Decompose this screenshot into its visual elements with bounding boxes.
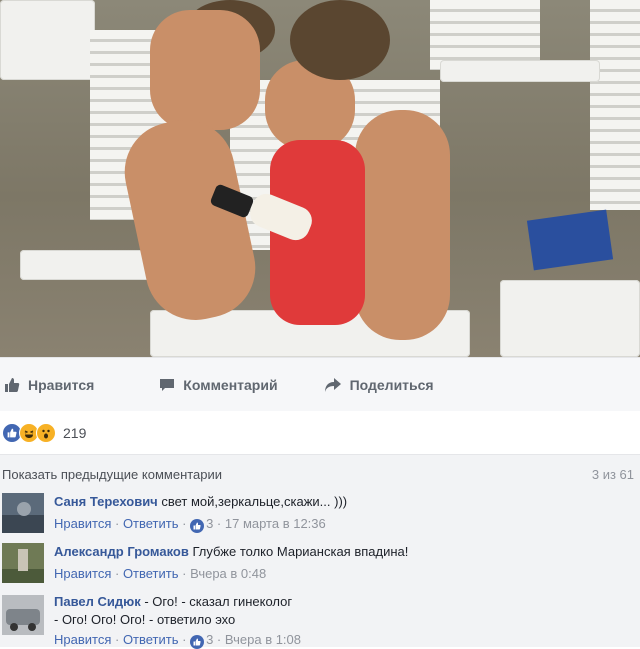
sunbed-seat-right-bottom: [500, 280, 640, 357]
share-label: Поделиться: [349, 377, 434, 393]
comment-meta: Нравится · Ответить · Вчера в 0:48: [54, 566, 267, 581]
comment-reply-link[interactable]: Ответить: [123, 566, 179, 581]
wow-icon: [36, 422, 56, 443]
comment-like-link[interactable]: Нравится: [54, 632, 111, 647]
comment-meta: Нравится · Ответить · 3 · Вчера в 1:08: [54, 632, 302, 649]
comment-icon: [160, 379, 175, 391]
sunbed-back-far-right: [590, 0, 640, 210]
comment-reaction-count[interactable]: 3: [206, 632, 213, 647]
comment-button[interactable]: Комментарий: [159, 377, 278, 393]
like-label: Нравится: [28, 377, 95, 393]
reactions-count: 219: [63, 424, 87, 441]
comment-text: Глубже толко Марианская впадина!: [192, 544, 409, 559]
hair: [290, 0, 390, 80]
comment-timestamp[interactable]: 17 марта в 12:36: [225, 516, 326, 531]
like-icon: [190, 519, 205, 533]
post-photo[interactable]: [0, 0, 640, 357]
comment-author[interactable]: Павел Сидюк: [54, 594, 141, 609]
sunbed-top-left: [0, 0, 95, 80]
comment-author[interactable]: Саня Терехович: [54, 494, 158, 509]
show-previous-comments-link[interactable]: Показать предыдущие комментарии: [2, 467, 222, 482]
comment-like-link[interactable]: Нравится: [54, 566, 111, 581]
comment-text-line2: - Ого! Ого! Ого! - ответило эхо: [54, 612, 236, 627]
comment-reply-link[interactable]: Ответить: [123, 516, 179, 531]
sunbed-seat-right: [440, 60, 600, 82]
avatar[interactable]: [2, 595, 44, 635]
comment-meta: Нравится · Ответить · 3 · 17 марта в 12:…: [54, 516, 326, 533]
background-person: [150, 10, 260, 130]
reactions-summary[interactable]: 219: [0, 411, 640, 455]
comment-reaction-count[interactable]: 3: [206, 516, 213, 531]
comment-timestamp[interactable]: Вчера в 0:48: [190, 566, 266, 581]
blue-towel: [526, 209, 614, 271]
avatar[interactable]: [2, 493, 44, 533]
avatar[interactable]: [2, 543, 44, 583]
comment-text: свет мой,зеркальце,скажи... ))): [161, 494, 348, 509]
comments-count: 3 из 61: [591, 467, 634, 482]
share-button[interactable]: Поделиться: [324, 377, 434, 393]
share-icon: [324, 378, 341, 392]
post-action-bar: Нравится Комментарий Поделиться: [0, 357, 640, 413]
comment-text: - Ого! - сказал гинеколог: [144, 594, 293, 609]
comments-section: Показать предыдущие комментарии 3 из 61 …: [0, 455, 640, 649]
comment-label: Комментарий: [183, 377, 278, 393]
comment-timestamp[interactable]: Вчера в 1:08: [225, 632, 301, 647]
like-button[interactable]: Нравится: [4, 377, 94, 393]
comment-reply-link[interactable]: Ответить: [123, 632, 179, 647]
right-leg: [355, 110, 450, 340]
comment-like-link[interactable]: Нравится: [54, 516, 111, 531]
comment-author[interactable]: Александр Громаков: [54, 544, 189, 559]
thumbs-up-icon: [5, 378, 20, 392]
